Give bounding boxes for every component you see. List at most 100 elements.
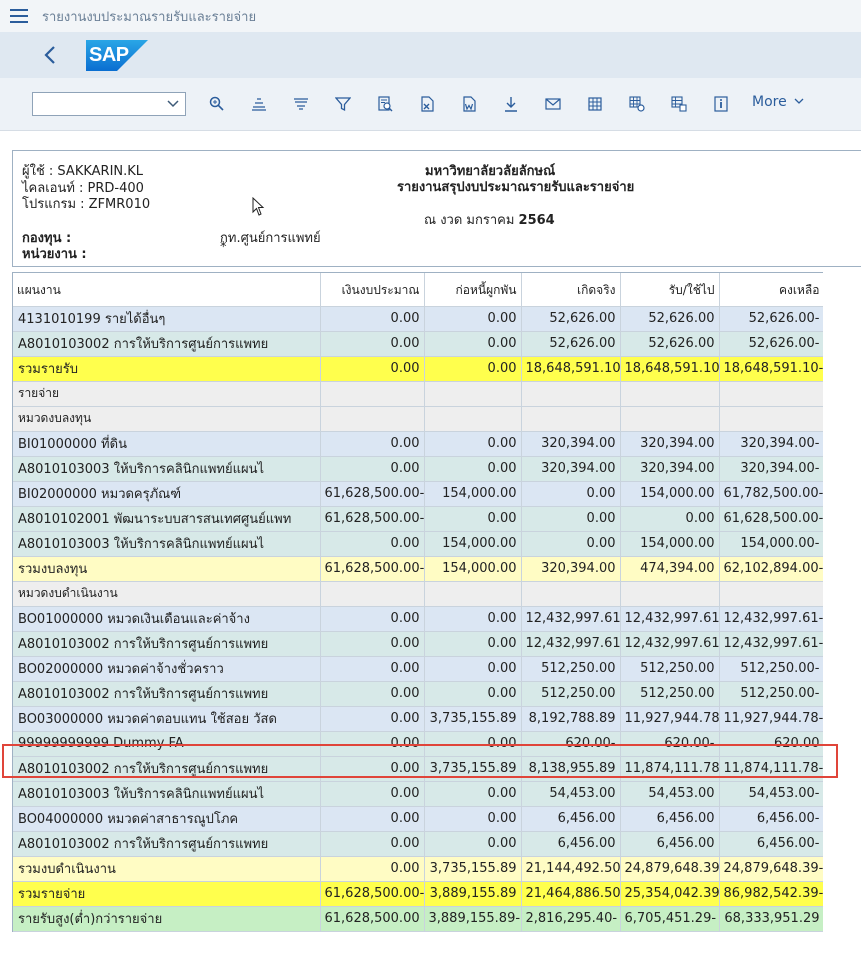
- table-cell-value: 0.00: [320, 681, 425, 707]
- table-cell-plan: รวมงบดำเนินงาน: [13, 856, 321, 882]
- column-header-received-used[interactable]: รับ/ใช้ไป: [620, 273, 720, 307]
- column-header-budget[interactable]: เงินงบประมาณ: [320, 273, 425, 307]
- abc-analysis-button[interactable]: [582, 92, 608, 116]
- table-cell-plan: รายรับสูง(ต่ำ)กว่ารายจ่าย: [13, 906, 321, 932]
- table-cell-value: 61,628,500.00-: [320, 481, 425, 507]
- column-header-remaining[interactable]: คงเหลือ: [719, 273, 825, 307]
- table-cell-plan: BO03000000 หมวดค่าตอบแทน ใช้สอย วัสด: [13, 706, 321, 732]
- send-mail-button[interactable]: [540, 92, 566, 116]
- table-cell-value: 12,432,997.61: [521, 631, 621, 657]
- table-cell-plan: A8010103002 การให้บริการศูนย์การแพทย: [13, 681, 321, 707]
- column-header-commitment[interactable]: ก่อหนี้ผูกพัน: [424, 273, 522, 307]
- select-layout-button[interactable]: [666, 92, 692, 116]
- table-cell-value: 8,138,955.89: [521, 756, 621, 782]
- report-table: แผนงาน เงินงบประมาณ ก่อหนี้ผูกพัน เกิดจร…: [12, 272, 825, 932]
- table-cell-value: [424, 381, 522, 407]
- table-row[interactable]: รวมงบดำเนินงาน 0.00 3,735,155.89 21,144,492…: [13, 856, 825, 882]
- table-cell-value: 512,250.00: [620, 656, 720, 682]
- table-row[interactable]: BO02000000 หมวดค่าจ้างชั่วคราว 0.00 0.00 51…: [13, 656, 825, 682]
- table-cell-value: 0.00: [320, 706, 425, 732]
- table-cell-value: 154,000.00: [620, 531, 720, 557]
- more-button[interactable]: More: [752, 94, 804, 110]
- table-row[interactable]: หมวดงบดำเนินงาน: [13, 581, 825, 607]
- table-cell-value: [320, 381, 425, 407]
- table-cell-value: 12,432,997.61: [620, 631, 720, 657]
- filter-button[interactable]: [330, 92, 356, 116]
- report-title: รายงานสรุปงบประมาณรายรับและรายจ่าย: [397, 180, 635, 195]
- find-icon: [209, 96, 224, 111]
- table-cell-value: 54,453.00: [620, 781, 720, 807]
- table-cell-value: [620, 381, 720, 407]
- table-cell-value: 0.00: [320, 856, 425, 882]
- download-button[interactable]: [498, 92, 524, 116]
- table-cell-value: 3,889,155.89: [424, 881, 522, 907]
- table-cell-value: 86,982,542.39-: [719, 881, 825, 907]
- table-cell-value: 0.00: [320, 431, 425, 457]
- table-cell-value: 12,432,997.61-: [719, 606, 825, 632]
- table-row[interactable]: A8010103003 ให้บริการคลินิกแพทย์แผนไ 0.00…: [13, 456, 825, 482]
- table-row[interactable]: หมวดงบลงทุน: [13, 406, 825, 432]
- sort-ascending-button[interactable]: [246, 92, 272, 116]
- table-row[interactable]: A8010102001 พัฒนาระบบสารสนเทศศูนย์แพท 61,…: [13, 506, 825, 532]
- unit-label: หน่วยงาน :: [22, 247, 87, 262]
- table-cell-value: 61,628,500.00-: [320, 556, 425, 582]
- table-row[interactable]: A8010103003 ให้บริการคลินิกแพทย์แผนไ 0.00…: [13, 781, 825, 807]
- table-row[interactable]: 4131010199 รายได้อื่นๆ 0.00 0.00 52,626.00 5…: [13, 306, 825, 332]
- table-cell-value: 3,735,155.89: [424, 856, 522, 882]
- menu-icon[interactable]: [10, 9, 28, 23]
- table-row[interactable]: BI02000000 หมวดครุภัณฑ์ 61,628,500.00- 154…: [13, 481, 825, 507]
- table-row[interactable]: BI01000000 ที่ดิน 0.00 0.00 320,394.00 320,3…: [13, 431, 825, 457]
- table-row[interactable]: รวมรายจ่าย 61,628,500.00- 3,889,155.89 21,4…: [13, 881, 825, 907]
- table-cell-value: [620, 581, 720, 607]
- period-prefix: ณ งวด มกราคม: [424, 213, 519, 228]
- unit-value: *: [220, 240, 227, 255]
- table-row[interactable]: รายจ่าย: [13, 381, 825, 407]
- column-header-plan[interactable]: แผนงาน: [13, 273, 321, 307]
- app-title: รายงานงบประมาณรายรับและรายจ่าย: [42, 10, 257, 25]
- table-cell-plan: 4131010199 รายได้อื่นๆ: [13, 306, 321, 332]
- table-cell-value: 0.00: [320, 456, 425, 482]
- table-cell-value: 154,000.00: [424, 556, 522, 582]
- table-row[interactable]: 99999999999 Dummy FA 0.00 0.00 620.00- 620.0…: [13, 731, 825, 757]
- table-cell-value: [620, 406, 720, 432]
- table-cell-value: 0.00: [620, 506, 720, 532]
- table-cell-value: [424, 581, 522, 607]
- table-row[interactable]: A8010103002 การให้บริการศูนย์การแพทย 0.00…: [13, 831, 825, 857]
- table-row[interactable]: A8010103003 ให้บริการคลินิกแพทย์แผนไ 0.00…: [13, 531, 825, 557]
- table-row[interactable]: รวมรายรับ 0.00 0.00 18,648,591.10 18,648,591…: [13, 356, 825, 382]
- table-cell-value: 320,394.00: [521, 556, 621, 582]
- change-layout-button[interactable]: [624, 92, 650, 116]
- table-cell-value: 0.00: [424, 831, 522, 857]
- table-row[interactable]: A8010103002 การให้บริการศูนย์การแพทย 0.00…: [13, 331, 825, 357]
- abc-analysis-icon: [588, 97, 602, 111]
- table-row[interactable]: BO03000000 หมวดค่าตอบแทน ใช้สอย วัสด 0.00…: [13, 706, 825, 732]
- table-row[interactable]: A8010103002 การให้บริการศูนย์การแพทย 0.00…: [13, 681, 825, 707]
- table-row[interactable]: รายรับสูง(ต่ำ)กว่ารายจ่าย 61,628,500.00 3,…: [13, 906, 825, 932]
- word-processing-button[interactable]: [456, 92, 482, 116]
- table-cell-value: [521, 581, 621, 607]
- export-spreadsheet-button[interactable]: [414, 92, 440, 116]
- details-button[interactable]: [708, 92, 734, 116]
- table-row[interactable]: A8010103002 การให้บริการศูนย์การแพทย 0.00…: [13, 631, 825, 657]
- sort-descending-button[interactable]: [288, 92, 314, 116]
- back-button[interactable]: [36, 40, 64, 70]
- sap-logo: SAP: [86, 40, 148, 71]
- find-button[interactable]: [204, 92, 230, 116]
- table-cell-value: 154,000.00: [424, 531, 522, 557]
- details-icon: [714, 96, 728, 112]
- table-cell-plan: A8010103003 ให้บริการคลินิกแพทย์แผนไ: [13, 456, 321, 482]
- layout-select[interactable]: [32, 92, 186, 116]
- table-row[interactable]: BO04000000 หมวดค่าสาธารณูปโภค 0.00 0.00 6,4…: [13, 806, 825, 832]
- table-cell-value: 0.00: [320, 306, 425, 332]
- table-row[interactable]: รวมงบลงทุน 61,628,500.00- 154,000.00 320,39…: [13, 556, 825, 582]
- table-cell-value: 0.00: [320, 331, 425, 357]
- table-row[interactable]: BO01000000 หมวดเงินเดือนและค่าจ้าง 0.00 0.…: [13, 606, 825, 632]
- table-row[interactable]: A8010103002 การให้บริการศูนย์การแพทย 0.00…: [13, 756, 825, 782]
- table-cell-value: 0.00: [424, 431, 522, 457]
- table-cell-value: 320,394.00-: [719, 456, 825, 482]
- table-cell-plan: A8010102001 พัฒนาระบบสารสนเทศศูนย์แพท: [13, 506, 321, 532]
- table-cell-plan: A8010103002 การให้บริการศูนย์การแพทย: [13, 331, 321, 357]
- column-header-actual[interactable]: เกิดจริง: [521, 273, 621, 307]
- print-preview-button[interactable]: [372, 92, 398, 116]
- table-cell-value: 0.00: [320, 781, 425, 807]
